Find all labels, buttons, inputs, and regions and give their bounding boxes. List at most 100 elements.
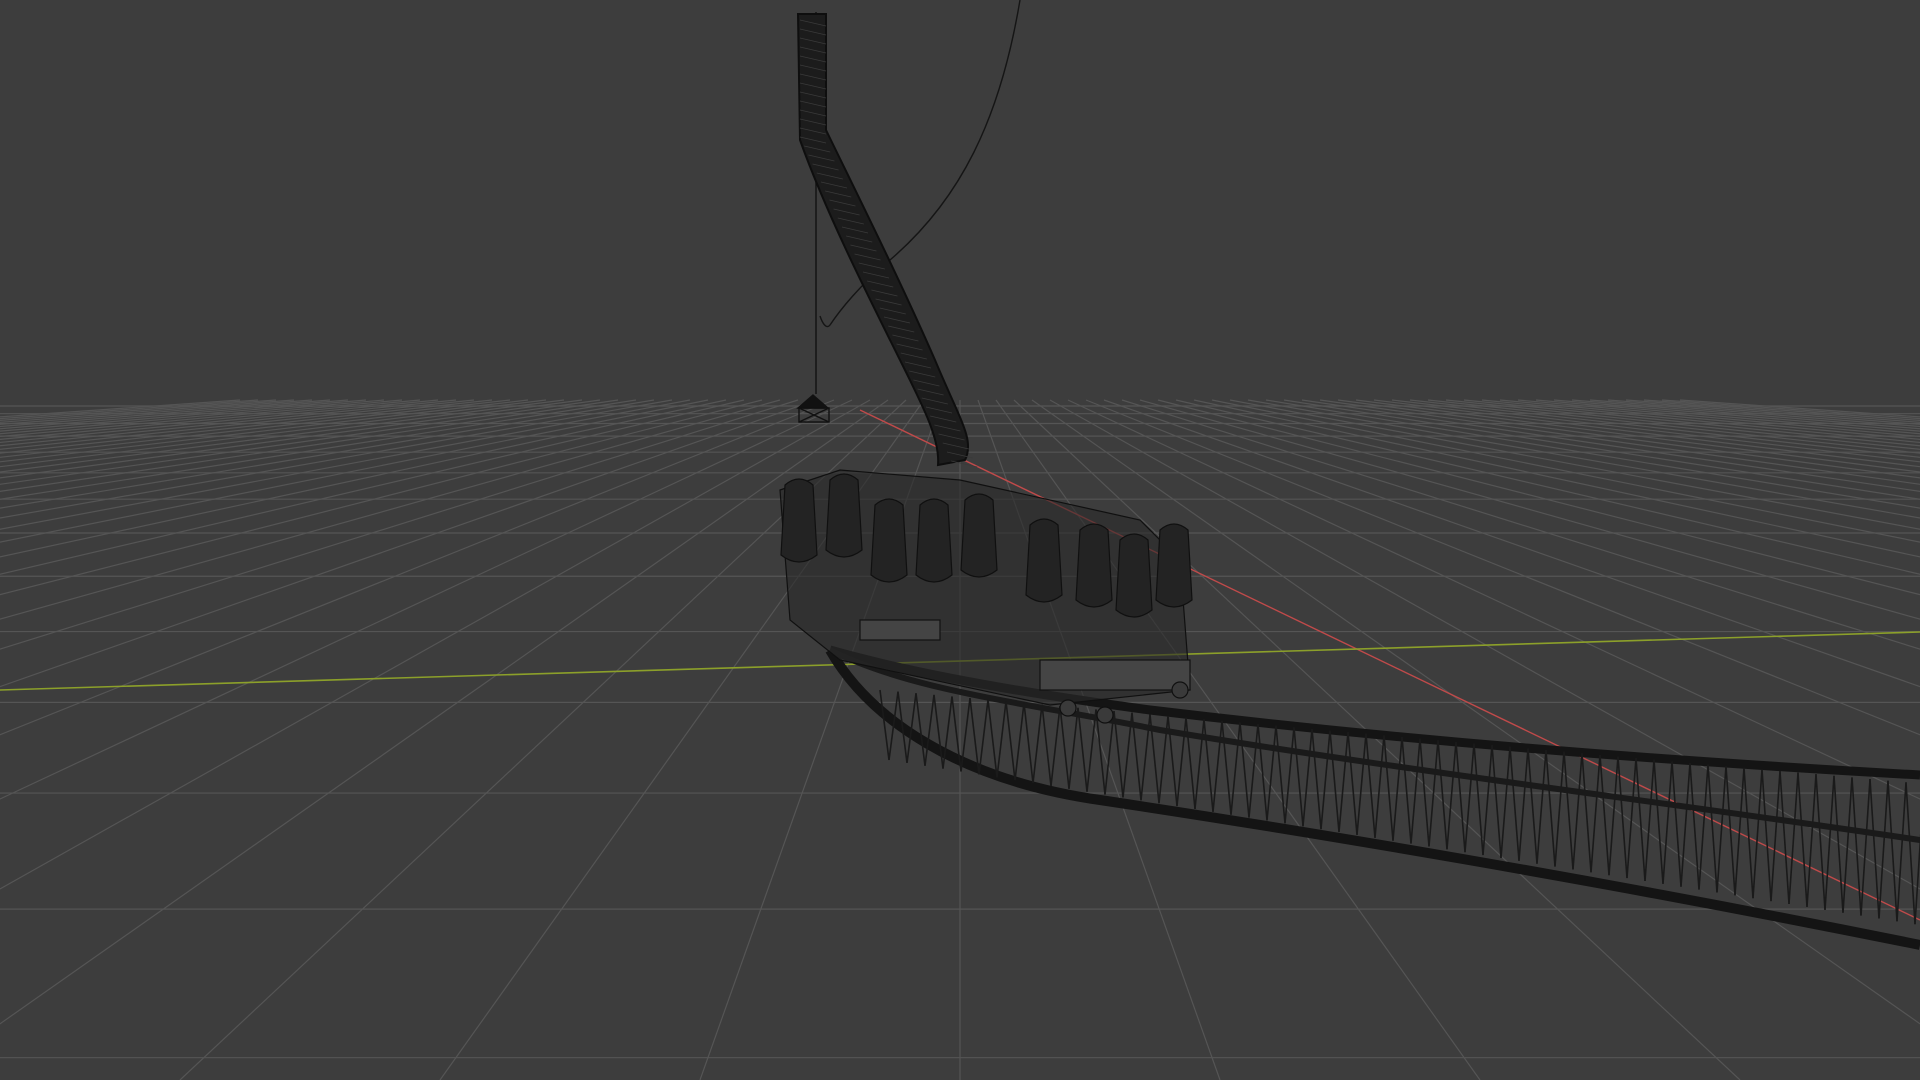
track-lattice-strut [1788,772,1799,905]
grid-line [1445,399,1920,450]
track-lattice-strut [1455,741,1466,853]
track-lattice-strut [915,693,926,766]
grid-line [0,399,691,530]
track-lattice-strut [1437,740,1448,850]
track-lattice-strut [1077,707,1088,792]
track-lattice-strut [1392,736,1403,841]
seat [1115,533,1153,618]
track-lattice-strut [1014,702,1025,781]
track-lattice-strut [1653,759,1664,884]
track-lattice-strut [1194,719,1205,810]
track-lattice-strut [1599,754,1610,876]
seat [915,498,953,583]
grid-line [1463,399,1920,447]
track-lattice-strut [879,689,890,761]
track-lattice-strut [1374,735,1385,838]
track-lattice-strut [1743,767,1754,899]
track-lattice-strut [1698,764,1709,890]
grid-line [0,399,367,432]
grid-line [1571,399,1920,430]
track-lattice-strut [924,694,935,766]
track-lattice-strut [1545,749,1556,867]
grid-line [0,399,331,428]
track-lattice-strut [1851,777,1862,916]
grid-line [1157,399,1920,596]
track-lattice-strut [1302,728,1313,827]
grid-line [0,399,457,447]
track-lattice-strut [1059,706,1070,789]
grid-line [0,399,655,509]
track-lattice-strut [1320,730,1331,830]
seat [1025,518,1063,603]
track-lattice-strut [1518,748,1529,861]
track-lattice-strut [1410,738,1421,844]
track-lattice-strut [1464,743,1475,853]
track-lattice-strut [1104,710,1115,795]
coaster-train-seats[interactable] [779,469,1193,724]
track-lattice-strut [1608,756,1619,876]
track-lattice-strut [1293,727,1304,827]
track-lattice-strut [1032,704,1043,784]
track-lattice-strut [1914,833,1920,925]
track-lattice-strut [1815,774,1826,910]
roller-coaster-track-upper[interactable] [796,13,978,468]
track-lattice-strut [1626,757,1637,879]
track-lattice-strut [1878,780,1889,919]
seat [1075,523,1113,608]
track-lattice-strut [1761,769,1772,902]
grid-line [0,399,745,575]
path-curve[interactable] [819,0,1021,328]
track-lattice-strut [996,701,1007,778]
grid-line [0,399,385,435]
grid-line [0,399,421,440]
track-lattice-strut [1050,706,1061,787]
grid-line [0,399,853,800]
track-lattice-strut [1689,762,1700,890]
track-lattice-strut [1284,727,1295,824]
track-lattice-strut [1671,761,1682,887]
grid-line [0,399,889,1025]
grid-line [0,399,475,450]
grid-line [1229,399,1920,530]
grid-line [1211,399,1920,543]
track-lattice-strut [1401,736,1412,844]
track-lattice-strut [1311,728,1322,830]
grid-line [1643,399,1920,422]
track-lattice-strut [1527,748,1538,864]
track-lattice-strut [987,699,998,778]
track-lattice-strut [1329,730,1340,833]
track-lattice-strut [1887,780,1898,922]
grid-line [0,399,871,890]
track-lattice-strut [1347,732,1358,835]
track-lattice-strut [1563,751,1574,870]
3d-viewport[interactable] [0,0,1920,1080]
track-lattice-strut [1482,744,1493,856]
grid-line [0,399,763,596]
grid-line [0,399,709,543]
grid-line [1283,399,1920,500]
seat [960,493,998,578]
track-lattice-strut [1356,733,1367,835]
track-lattice-strut [1248,723,1259,818]
track-lattice-strut [1041,704,1052,787]
grid-line [0,399,799,650]
grid-line [1589,399,1920,428]
track-lattice-strut [1896,782,1907,922]
grid-line [0,399,817,688]
track-lattice-strut [1572,753,1583,870]
track-lattice-strut [1752,769,1763,899]
track-lattice-strut [1068,707,1079,789]
track-lattice-strut [1266,725,1277,821]
track-lattice-strut [1446,741,1457,850]
track-lattice-strut [1680,762,1691,887]
track-lattice-strut [1644,759,1655,882]
track-lattice-strut [1770,770,1781,902]
track-lattice-strut [1716,766,1727,893]
grid-line [0,399,673,519]
track-lattice-strut [1365,733,1376,838]
grid-line [0,399,547,468]
grid-line [0,399,349,430]
track-lattice-strut [1473,743,1484,856]
track-lattice-strut [1635,757,1646,882]
track-lattice-strut [1185,717,1196,810]
